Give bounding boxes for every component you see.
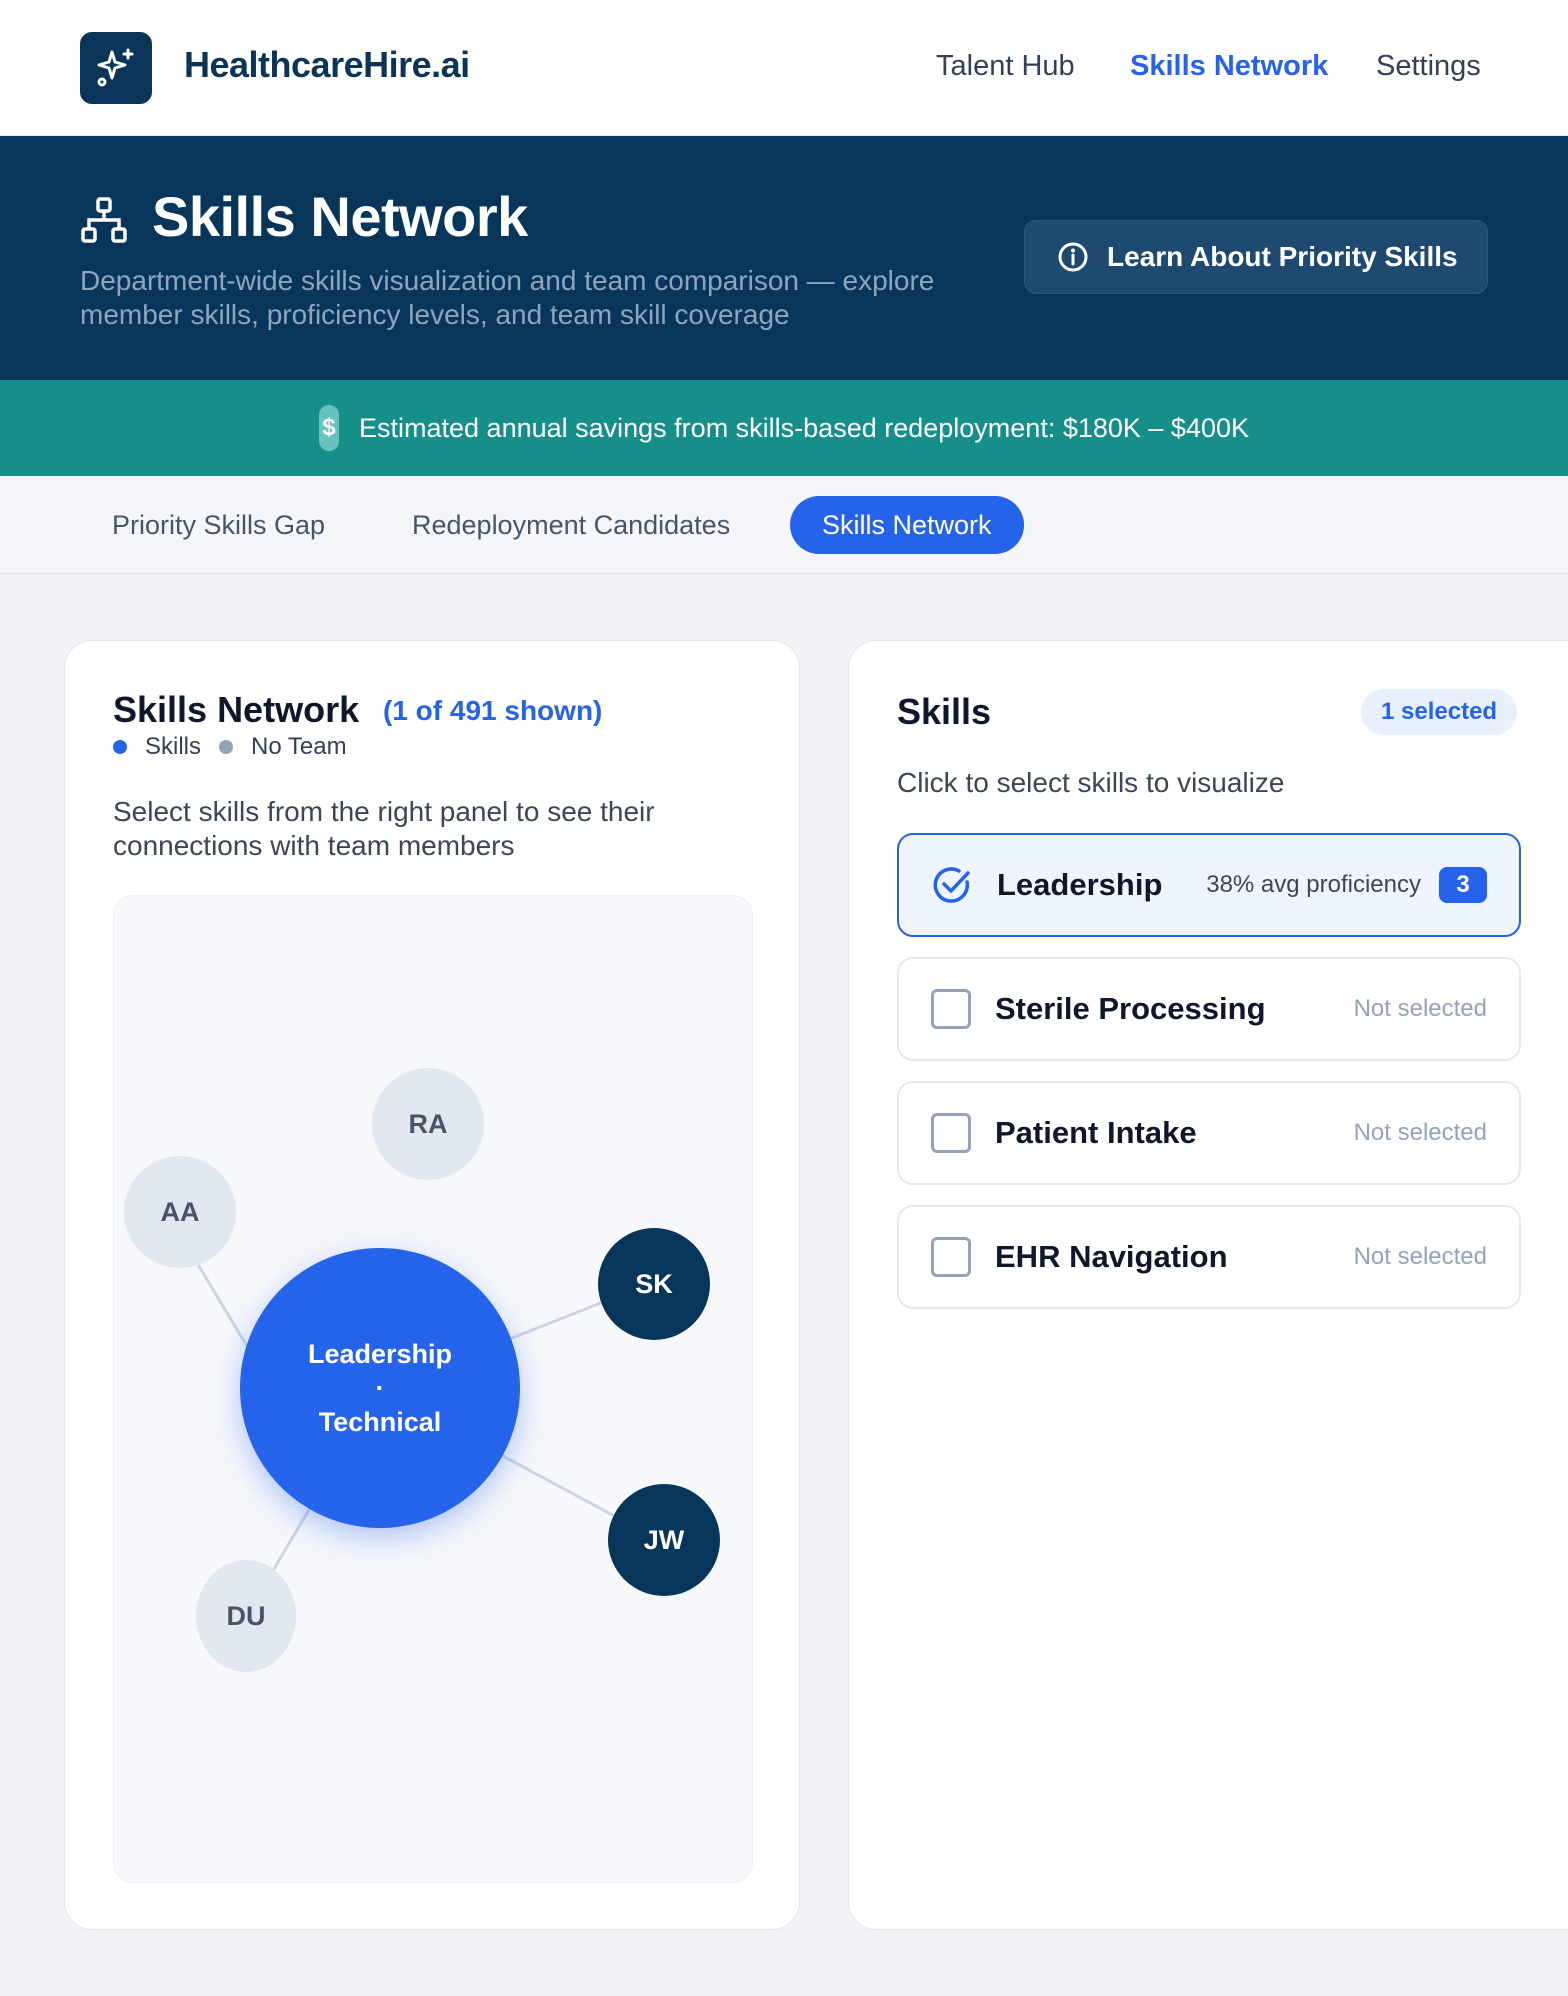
- check-circle-icon: [933, 867, 970, 903]
- network-legend: Skills No Team: [113, 733, 365, 761]
- member-count-badge: 3: [1439, 867, 1487, 903]
- skill-option-sterile-processing[interactable]: Sterile Processing Not selected: [897, 957, 1521, 1061]
- skill-status: Not selected: [1353, 1243, 1487, 1270]
- legend-label-no-team: No Team: [251, 733, 347, 760]
- skill-proficiency: 38% avg proficiency: [1206, 871, 1421, 898]
- member-node-du[interactable]: DU: [196, 1560, 296, 1672]
- selected-count-badge: 1 selected: [1361, 689, 1518, 735]
- skill-option-patient-intake[interactable]: Patient Intake Not selected: [897, 1081, 1521, 1185]
- skill-status: Not selected: [1353, 1119, 1487, 1146]
- nav-talent-hub[interactable]: Talent Hub: [936, 50, 1075, 83]
- tab-bar: Priority Skills Gap Redeployment Candida…: [0, 476, 1568, 574]
- logo[interactable]: [80, 32, 152, 104]
- nav-skills-network[interactable]: Skills Network: [1130, 50, 1328, 83]
- legend-dot-skills: [113, 740, 127, 754]
- page-title: Skills Network: [152, 185, 528, 248]
- page-subtitle: Department-wide skills visualization and…: [80, 265, 935, 330]
- brand-name[interactable]: HealthcareHire.ai: [184, 44, 470, 86]
- learn-priority-skills-button[interactable]: Learn About Priority Skills: [1024, 220, 1488, 294]
- skill-option-leadership[interactable]: Leadership 38% avg proficiency 3: [897, 833, 1521, 937]
- checkbox[interactable]: [931, 1113, 971, 1153]
- legend-label-skills: Skills: [145, 733, 202, 760]
- checkbox[interactable]: [931, 989, 971, 1029]
- skill-option-ehr-navigation[interactable]: EHR Navigation Not selected: [897, 1205, 1521, 1309]
- member-node-aa[interactable]: AA: [124, 1156, 236, 1268]
- member-node-ra[interactable]: RA: [372, 1068, 484, 1180]
- skill-node-category: Technical: [318, 1407, 442, 1437]
- skills-panel-title: Skills: [897, 691, 992, 732]
- shown-count: (1 of 491 shown): [383, 695, 603, 726]
- legend-dot-no-team: [219, 740, 234, 754]
- member-node-jw[interactable]: JW: [608, 1484, 720, 1596]
- legend-item-no-team: No Team: [219, 733, 347, 761]
- skill-name: Patient Intake: [995, 1115, 1197, 1150]
- tab-priority-skills-gap[interactable]: Priority Skills Gap: [80, 496, 357, 554]
- tab-skills-network[interactable]: Skills Network: [790, 496, 1024, 554]
- skill-status: Not selected: [1353, 995, 1487, 1022]
- skill-node-leadership[interactable]: Leadership · Technical: [240, 1248, 520, 1528]
- skill-node-name: Leadership: [307, 1339, 453, 1369]
- skills-network-card: Skills Network (1 of 491 shown) Skills N…: [64, 640, 800, 1930]
- nav-settings[interactable]: Settings: [1376, 50, 1481, 83]
- page-header: Skills Network Department-wide skills vi…: [0, 136, 1568, 380]
- skills-panel-subtitle: Click to select skills to visualize: [897, 767, 1285, 798]
- member-node-sk[interactable]: SK: [598, 1228, 710, 1340]
- skill-node-separator: ·: [375, 1373, 385, 1403]
- skill-name: EHR Navigation: [995, 1239, 1228, 1274]
- savings-text: Estimated annual savings from skills-bas…: [359, 412, 1249, 443]
- learn-button-label: Learn About Priority Skills: [1107, 241, 1458, 272]
- network-graph[interactable]: RA AA SK JW DU Leadership · Technical: [113, 895, 753, 1883]
- checkbox[interactable]: [931, 1237, 971, 1277]
- network-hierarchy-icon: [81, 197, 127, 243]
- skill-name: Sterile Processing: [995, 991, 1266, 1026]
- savings-banner: $ Estimated annual savings from skills-b…: [0, 380, 1568, 476]
- network-card-title: Skills Network: [113, 689, 360, 730]
- skill-name: Leadership: [997, 867, 1163, 902]
- dollar-icon: $: [319, 405, 339, 451]
- sparkles-icon: [97, 48, 134, 87]
- legend-item-skills: Skills: [113, 733, 201, 761]
- info-icon: [1058, 242, 1088, 272]
- skills-panel: Skills 1 selected Click to select skills…: [848, 640, 1568, 1930]
- network-description: Select skills from the right panel to se…: [113, 796, 655, 861]
- tab-redeployment-candidates[interactable]: Redeployment Candidates: [380, 496, 762, 554]
- top-navigation: HealthcareHire.ai Talent Hub Skills Netw…: [0, 0, 1568, 136]
